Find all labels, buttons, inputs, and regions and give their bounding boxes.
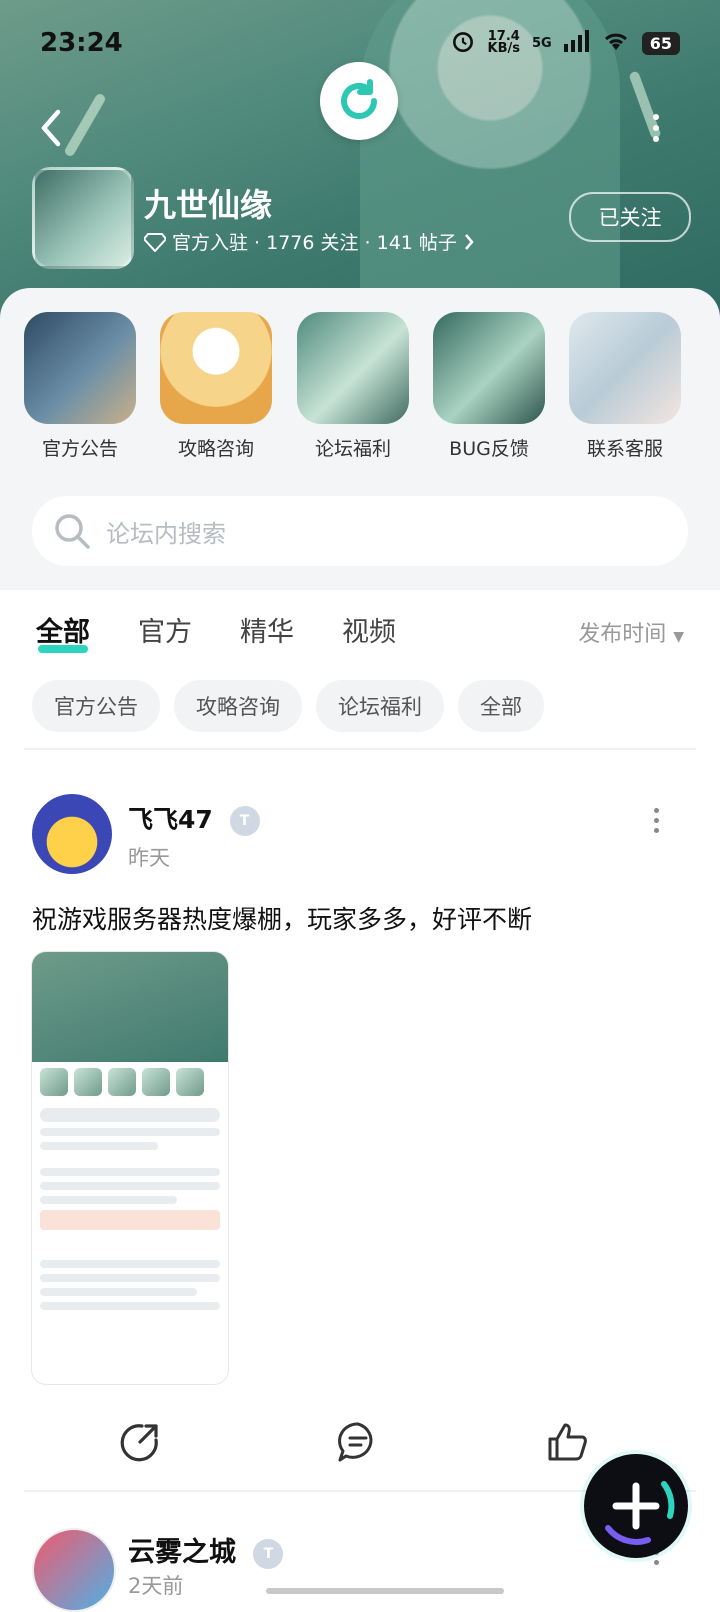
post-time: 2天前 xyxy=(128,1574,184,1598)
thumbnail-row xyxy=(40,1274,220,1282)
create-post-button[interactable] xyxy=(584,1454,688,1558)
home-indicator[interactable] xyxy=(266,1588,504,1594)
thumbnail-row xyxy=(40,1210,220,1230)
quick-entry-image xyxy=(160,312,272,424)
quick-entry-guides[interactable]: 攻略咨询 xyxy=(160,312,272,461)
post-content[interactable]: 祝游戏服务器热度爆棚，玩家多多，好评不断 xyxy=(32,900,532,936)
chip-announcements[interactable]: 官方公告 xyxy=(32,680,160,732)
verified-badge-icon: T xyxy=(253,1538,284,1569)
refresh-icon xyxy=(341,79,377,119)
chip-benefits[interactable]: 论坛福利 xyxy=(316,680,444,732)
diamond-icon xyxy=(144,232,166,252)
post-image-thumbnail[interactable] xyxy=(32,952,228,1384)
wifi-icon xyxy=(602,30,630,56)
more-dot-icon xyxy=(653,828,659,833)
quick-entry-benefits[interactable]: 论坛福利 xyxy=(297,312,409,461)
quick-entry-label: 攻略咨询 xyxy=(177,438,254,460)
quick-entry-label: BUG反馈 xyxy=(449,438,529,460)
triangle-down-icon: ▼ xyxy=(673,629,684,645)
more-dot-icon xyxy=(653,818,659,823)
filter-tabs: 全部 官方 精华 视频 xyxy=(36,610,396,653)
divider xyxy=(24,748,696,750)
quick-entry-label: 联系客服 xyxy=(586,438,663,460)
comment-button[interactable] xyxy=(336,1420,380,1464)
more-dot-icon xyxy=(653,125,659,131)
thumbnail-row xyxy=(40,1260,220,1268)
post-time: 昨天 xyxy=(128,846,170,870)
post-author[interactable]: 云雾之城 T xyxy=(128,1530,284,1569)
sort-label: 发布时间 xyxy=(578,622,667,647)
chip-guides[interactable]: 攻略咨询 xyxy=(174,680,302,732)
tab-official[interactable]: 官方 xyxy=(138,610,192,649)
thumbnail-header xyxy=(32,952,228,1062)
refresh-button[interactable] xyxy=(320,62,398,140)
game-stats: 官方入驻 · 1776 关注 · 141 帖子 xyxy=(172,232,457,254)
avatar[interactable] xyxy=(32,1528,116,1612)
status-bar: 23:24 17.4 KB/s 5G 65 xyxy=(0,18,720,68)
more-menu-button[interactable] xyxy=(648,110,664,146)
quick-entry-image xyxy=(24,312,136,424)
quick-entry-image xyxy=(297,312,409,424)
game-title: 九世仙缘 xyxy=(144,186,273,224)
follow-button[interactable]: 已关注 xyxy=(569,192,691,242)
chevron-left-icon xyxy=(41,109,61,147)
quick-entry-label: 官方公告 xyxy=(41,438,118,460)
tab-featured[interactable]: 精华 xyxy=(240,610,294,649)
status-time: 23:24 xyxy=(40,28,123,58)
tab-video[interactable]: 视频 xyxy=(342,610,396,649)
post-author[interactable]: 飞飞47 T xyxy=(128,800,260,836)
more-dot-icon xyxy=(653,1560,659,1565)
chevron-right-icon xyxy=(464,233,474,250)
quick-entry-image xyxy=(433,312,545,424)
thumbnail-row xyxy=(40,1142,158,1150)
thumbnail-row xyxy=(40,1288,197,1296)
category-chips: 官方公告 攻略咨询 论坛福利 全部 xyxy=(32,680,544,732)
more-dot-icon xyxy=(653,808,659,813)
network-label: 5G xyxy=(532,35,552,51)
sort-dropdown[interactable]: 发布时间 ▼ xyxy=(578,616,684,648)
tab-all[interactable]: 全部 xyxy=(36,610,90,653)
game-avatar[interactable] xyxy=(32,167,134,269)
verified-badge-icon: T xyxy=(229,806,260,836)
author-name: 云雾之城 xyxy=(128,1537,236,1568)
thumbnail-row xyxy=(40,1302,220,1310)
alarm-icon xyxy=(450,28,476,58)
thumbnail-row xyxy=(40,1108,220,1122)
search-bar[interactable]: 论坛内搜索 xyxy=(32,496,688,566)
comment-icon xyxy=(338,1422,373,1462)
thumbnail-row xyxy=(40,1196,178,1204)
net-speed: 17.4 KB/s xyxy=(487,29,521,56)
plus-icon xyxy=(605,1481,675,1545)
share-icon xyxy=(120,1424,158,1462)
post-more-button[interactable] xyxy=(650,808,662,838)
share-button[interactable] xyxy=(118,1420,162,1464)
more-dot-icon xyxy=(653,114,659,120)
quick-entry-image xyxy=(569,312,681,424)
thumbnail-icons xyxy=(32,1062,228,1102)
avatar[interactable] xyxy=(32,794,112,874)
more-dot-icon xyxy=(653,136,659,142)
back-button[interactable] xyxy=(34,108,74,148)
quick-entry-customer-service[interactable]: 联系客服 xyxy=(569,312,681,461)
chip-all[interactable]: 全部 xyxy=(458,680,544,732)
battery-indicator: 65 xyxy=(641,31,680,55)
thumbnail-row xyxy=(40,1128,220,1136)
thumbnail-row xyxy=(40,1182,220,1190)
search-placeholder: 论坛内搜索 xyxy=(106,519,226,548)
thumbnail-row xyxy=(40,1168,220,1176)
signal-icon xyxy=(563,30,590,56)
quick-entry-label: 论坛福利 xyxy=(314,438,391,460)
game-subtitle-link[interactable]: 官方入驻 · 1776 关注 · 141 帖子 xyxy=(144,228,475,255)
quick-entry-panel: 官方公告 攻略咨询 论坛福利 BUG反馈 联系客服 论坛内搜索 xyxy=(0,288,720,590)
quick-entry-announcements[interactable]: 官方公告 xyxy=(24,312,136,461)
author-name: 飞飞47 xyxy=(128,805,213,834)
quick-entry-bug-report[interactable]: BUG反馈 xyxy=(433,312,545,461)
search-icon xyxy=(55,514,90,549)
